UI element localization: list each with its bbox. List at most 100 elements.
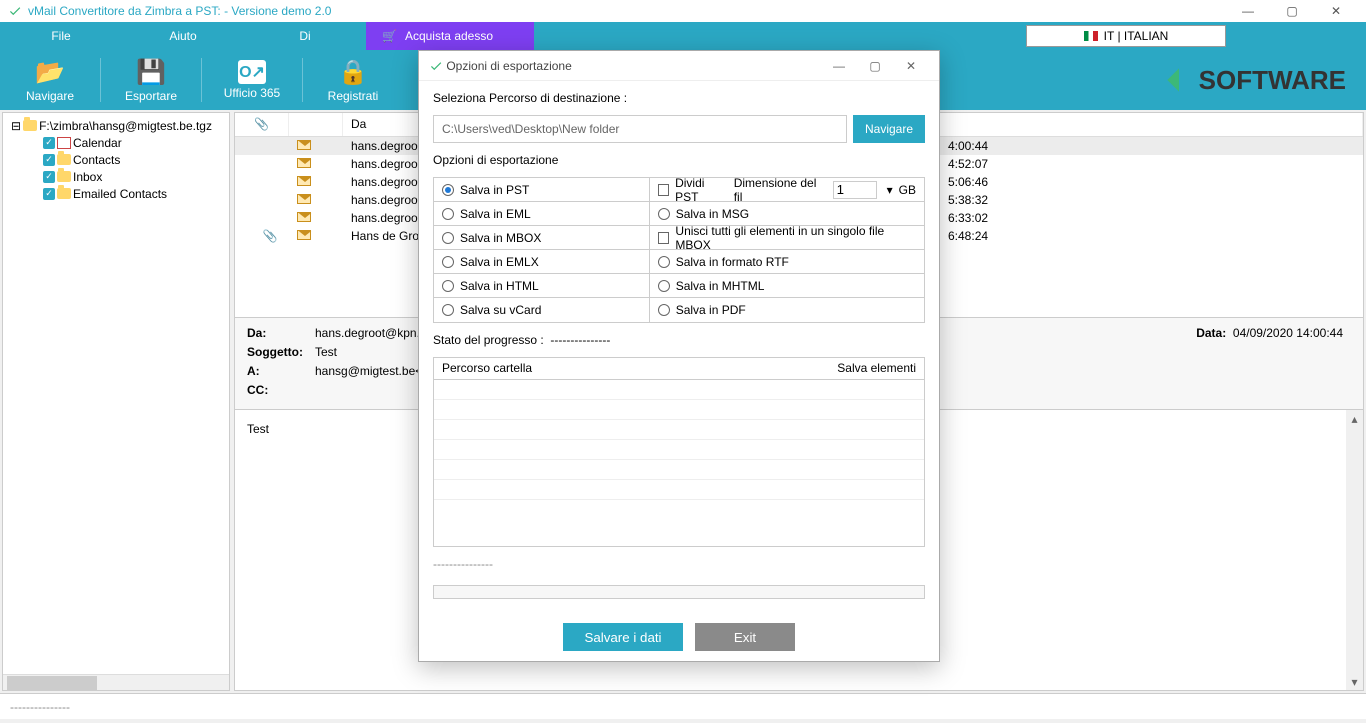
envelope-icon	[297, 158, 311, 168]
title-bar: vMail Convertitore da Zimbra a PST: - Ve…	[0, 0, 1366, 22]
brand-logo: SOFTWARE	[1165, 50, 1346, 110]
lock-icon: 🔒	[338, 58, 368, 87]
body-text: Test	[247, 422, 269, 436]
opt-html[interactable]: Salva in HTML	[434, 274, 650, 297]
progress-value: ---------------	[550, 333, 610, 347]
radio-icon	[442, 256, 454, 268]
language-label: IT | ITALIAN	[1104, 29, 1169, 43]
tool-register[interactable]: 🔒 Registrati	[303, 50, 403, 110]
checkbox-icon[interactable]: ✓	[43, 137, 55, 149]
dialog-maximize-button[interactable]: ▢	[857, 51, 893, 81]
maximize-button[interactable]: ▢	[1270, 0, 1314, 22]
status-bar: ---------------	[0, 693, 1366, 719]
radio-icon	[658, 256, 670, 268]
menu-about[interactable]: Di	[244, 22, 366, 50]
cart-icon: 🛒	[382, 29, 397, 43]
tool-export-label: Esportare	[125, 89, 177, 103]
dialog-minimize-button[interactable]: —	[821, 51, 857, 81]
meta-to-label: A:	[247, 364, 307, 383]
checkbox-icon[interactable]: ✓	[43, 154, 55, 166]
tool-navigate[interactable]: 📂 Navigare	[0, 50, 100, 110]
opt-mhtml[interactable]: Salva in MHTML	[650, 274, 924, 297]
progress-label: Stato del progresso :	[433, 333, 544, 347]
tool-office365-label: Ufficio 365	[224, 86, 280, 100]
tree-h-scrollbar[interactable]	[3, 674, 229, 690]
folder-icon	[23, 120, 37, 131]
opt-mbox[interactable]: Salva in MBOX	[434, 226, 650, 249]
opt-merge-mbox[interactable]: Unisci tutti gli elementi in un singolo …	[650, 226, 924, 249]
dialog-title: Opzioni di esportazione	[446, 59, 571, 73]
file-size-input[interactable]	[833, 181, 877, 199]
meta-date-value: 04/09/2020 14:00:44	[1233, 326, 1343, 340]
checkbox-icon[interactable]: ✓	[43, 188, 55, 200]
tree-root-node[interactable]: ⊟ F:\zimbra\hansg@migtest.be.tgz	[11, 117, 225, 134]
folder-icon	[57, 154, 71, 165]
save-data-button[interactable]: Salvare i dati	[563, 623, 683, 651]
opt-msg[interactable]: Salva in MSG	[650, 202, 924, 225]
col-attachment[interactable]: 📎	[235, 113, 289, 136]
radio-icon	[658, 280, 670, 292]
browse-button[interactable]: Navigare	[853, 115, 925, 143]
folder-icon	[57, 188, 71, 199]
tree-item-contacts[interactable]: ✓Contacts	[43, 151, 225, 168]
progress-bar	[433, 585, 925, 599]
radio-icon	[658, 304, 670, 316]
tool-export[interactable]: 💾 Esportare	[101, 50, 201, 110]
envelope-icon	[297, 176, 311, 186]
col-saved-items: Salva elementi	[837, 361, 916, 376]
meta-subj-value: Test	[315, 345, 337, 364]
dialog-close-button[interactable]: ✕	[893, 51, 929, 81]
tree-item-emailed-contacts[interactable]: ✓Emailed Contacts	[43, 185, 225, 202]
tree-item-inbox[interactable]: ✓Inbox	[43, 168, 225, 185]
progress-table: Percorso cartellaSalva elementi	[433, 357, 925, 547]
radio-icon	[442, 280, 454, 292]
calendar-icon	[57, 137, 71, 149]
save-icon: 💾	[136, 58, 166, 87]
dialog-icon	[429, 59, 443, 73]
envelope-icon	[297, 140, 311, 150]
checkbox-icon	[658, 184, 669, 196]
close-button[interactable]: ✕	[1314, 0, 1358, 22]
opt-eml[interactable]: Salva in EML	[434, 202, 650, 225]
exit-button[interactable]: Exit	[695, 623, 795, 651]
opt-rtf[interactable]: Salva in formato RTF	[650, 250, 924, 273]
tool-office365[interactable]: O↗ Ufficio 365	[202, 50, 302, 110]
meta-date-label: Data:	[1196, 326, 1226, 340]
window-title: vMail Convertitore da Zimbra a PST: - Ve…	[28, 4, 331, 18]
language-selector[interactable]: IT | ITALIAN	[1026, 25, 1226, 47]
radio-icon	[442, 184, 454, 196]
opts-label: Opzioni di esportazione	[433, 153, 925, 167]
minimize-button[interactable]: —	[1226, 0, 1270, 22]
flag-icon	[1084, 31, 1098, 41]
envelope-icon	[297, 194, 311, 204]
body-v-scrollbar[interactable]: ▴▾	[1346, 410, 1363, 690]
brand-icon	[1165, 66, 1193, 94]
brand-text: SOFTWARE	[1199, 65, 1346, 96]
buy-now-label: Acquista adesso	[405, 29, 493, 43]
opt-vcard[interactable]: Salva su vCard	[434, 298, 650, 322]
envelope-icon	[297, 230, 311, 240]
dest-path-input[interactable]	[433, 115, 847, 143]
opt-pst[interactable]: Salva in PST	[434, 178, 650, 201]
tree-item-calendar[interactable]: ✓Calendar	[43, 134, 225, 151]
checkbox-icon[interactable]: ✓	[43, 171, 55, 183]
buy-now-button[interactable]: 🛒 Acquista adesso	[366, 22, 534, 50]
export-dialog: Opzioni di esportazione — ▢ ✕ Seleziona …	[418, 50, 940, 662]
dashes: ---------------	[433, 557, 925, 571]
menu-file[interactable]: File	[0, 22, 122, 50]
radio-icon	[442, 232, 454, 244]
meta-subj-label: Soggetto:	[247, 345, 307, 364]
tree-root-label: F:\zimbra\hansg@migtest.be.tgz	[39, 119, 212, 133]
envelope-icon	[297, 212, 311, 222]
opt-emlx[interactable]: Salva in EMLX	[434, 250, 650, 273]
opt-split-pst[interactable]: Dividi PST Dimensione del fil ▾ GB	[650, 178, 924, 201]
tool-register-label: Registrati	[328, 89, 379, 103]
menu-help[interactable]: Aiuto	[122, 22, 244, 50]
office365-icon: O↗	[238, 60, 266, 84]
checkbox-icon	[658, 232, 670, 244]
dialog-footer: Salvare i dati Exit	[419, 613, 939, 661]
meta-cc-label: CC:	[247, 383, 307, 402]
opt-pdf[interactable]: Salva in PDF	[650, 298, 924, 322]
dest-label: Seleziona Percorso di destinazione :	[433, 91, 925, 105]
col-icon[interactable]	[289, 113, 343, 136]
